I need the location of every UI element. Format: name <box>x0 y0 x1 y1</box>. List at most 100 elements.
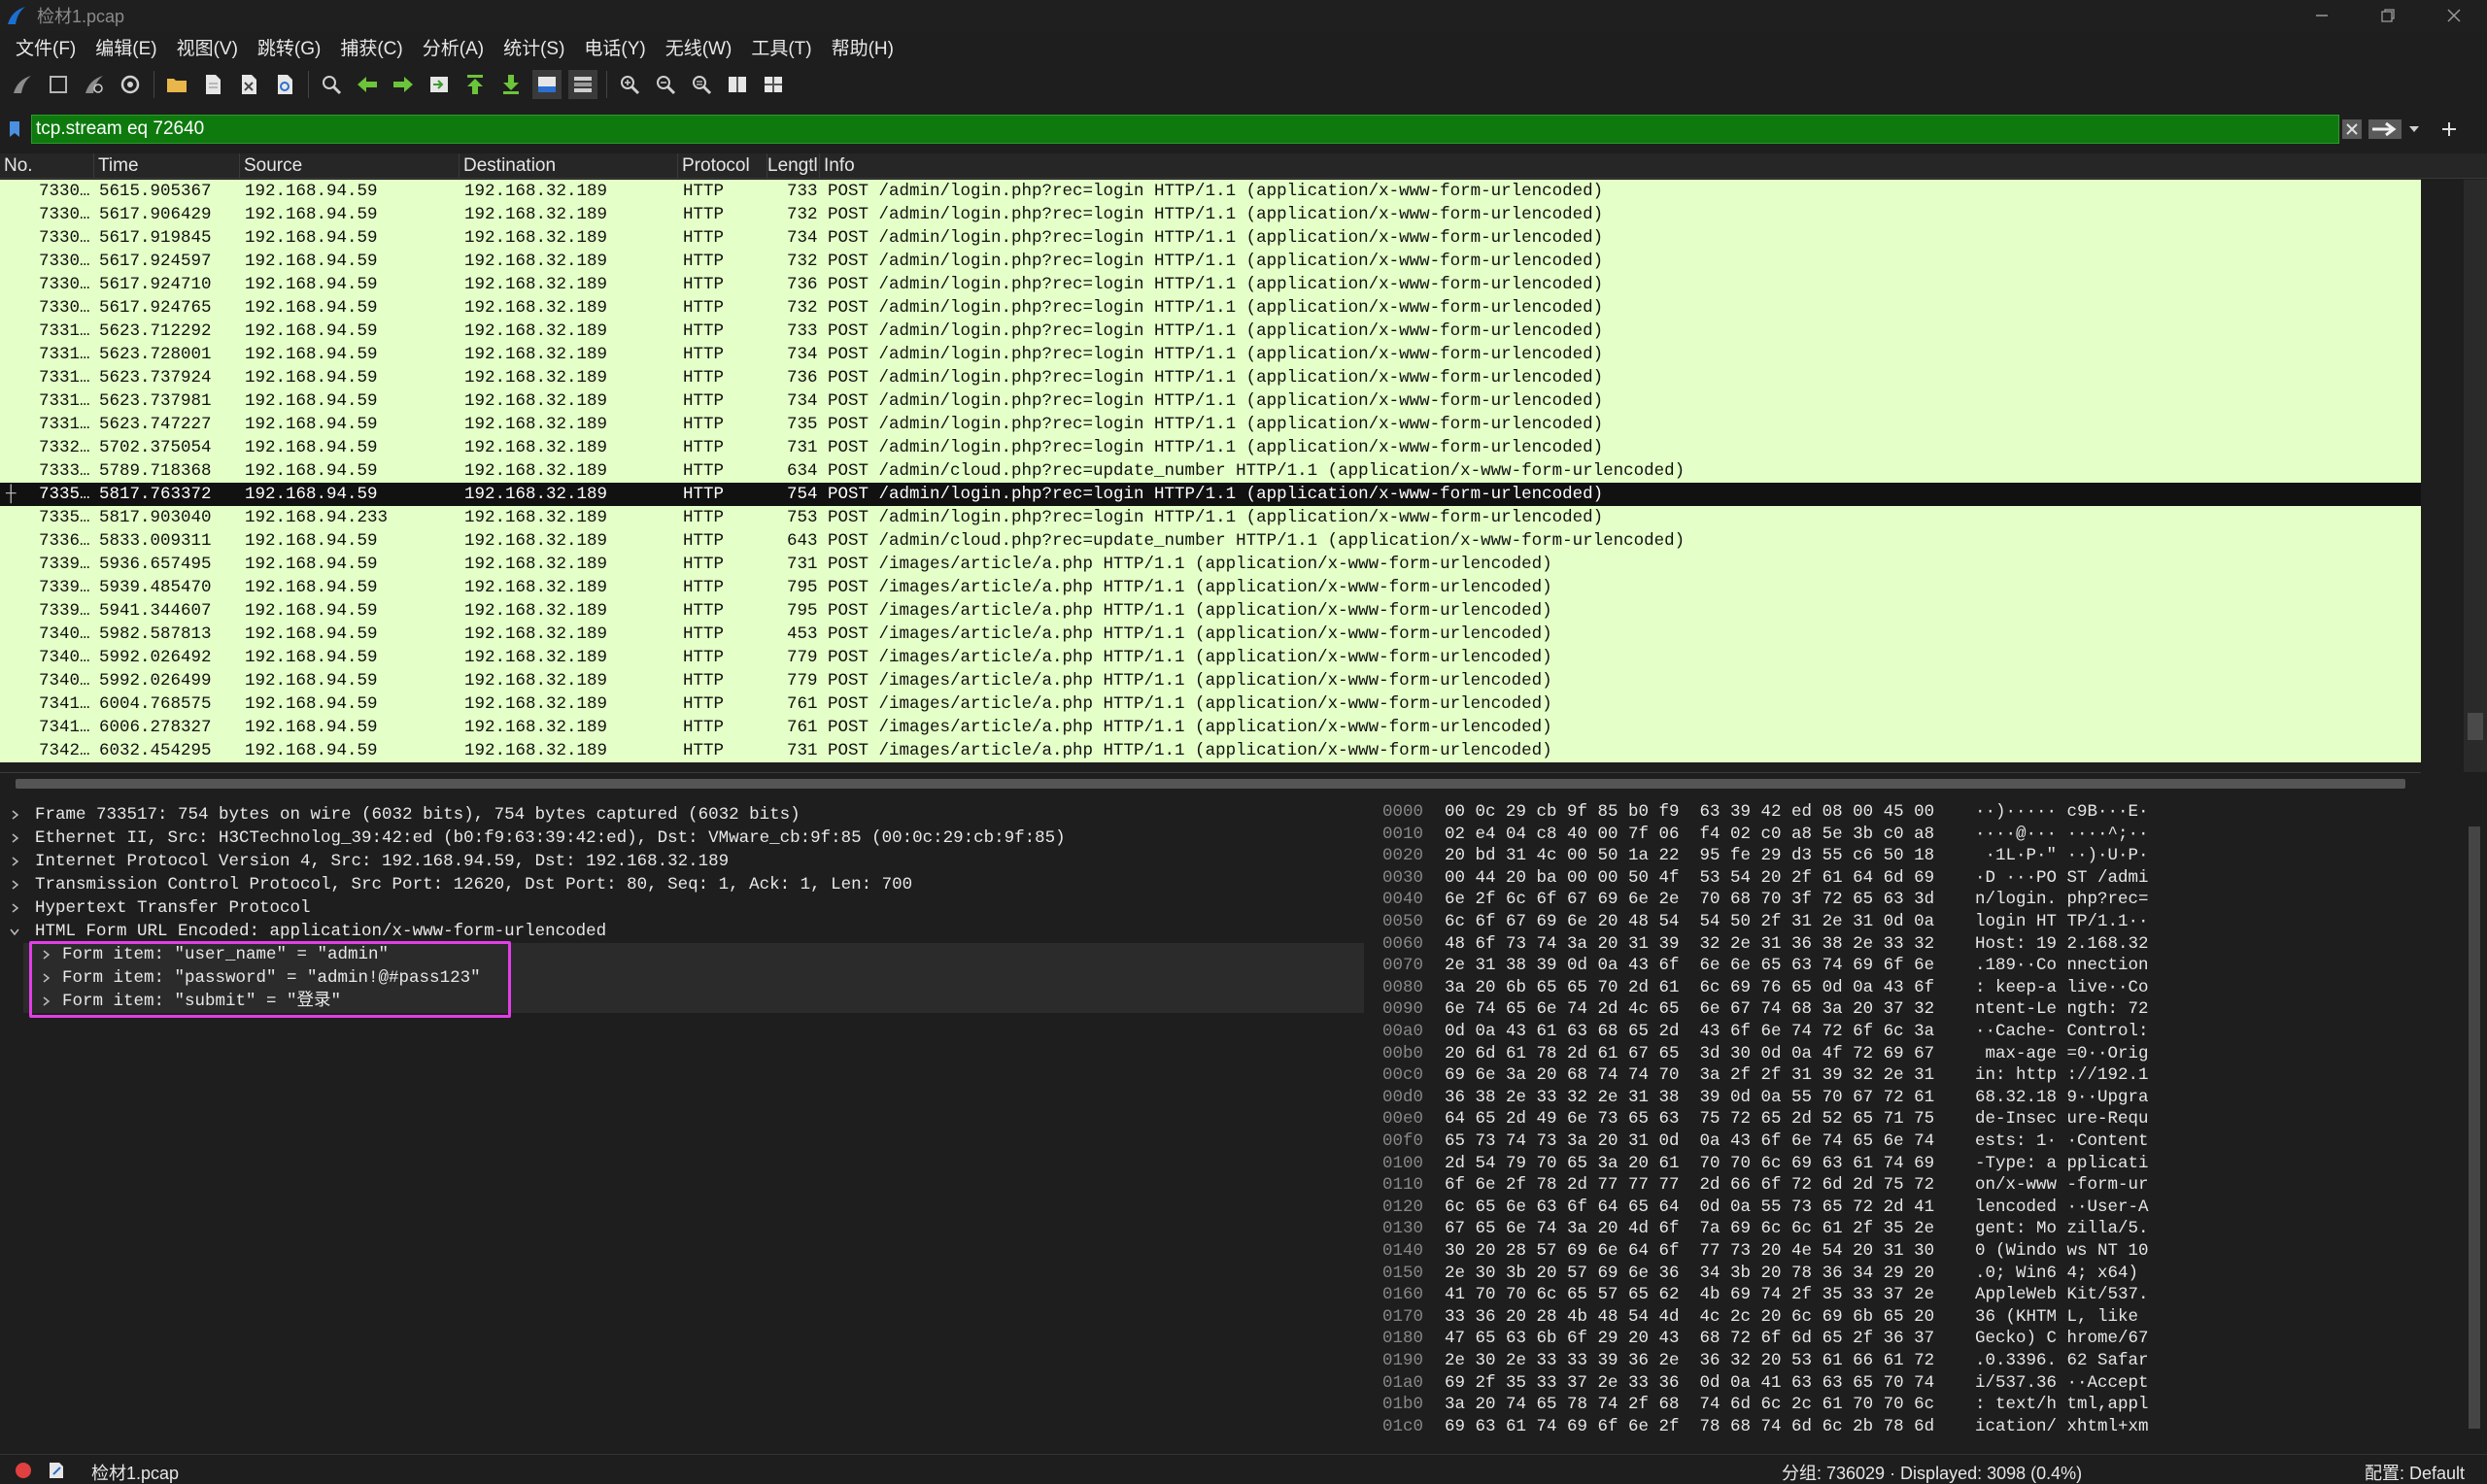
hex-bytes: 6c 6f 67 69 6e 20 48 54 54 50 2f 31 2e 3… <box>1445 912 1935 931</box>
packet-list-vertical-scrollbar[interactable] <box>2421 180 2487 772</box>
menu-wireless[interactable]: 无线(W) <box>656 34 742 60</box>
chevron-down-icon[interactable] <box>8 920 21 943</box>
restart-capture-button[interactable] <box>80 70 109 99</box>
clear-filter-button[interactable] <box>2341 118 2363 141</box>
comment-edit-icon[interactable] <box>47 1461 66 1480</box>
menu-capture[interactable]: 捕获(C) <box>330 34 412 60</box>
zoom-in-button[interactable] <box>615 70 644 99</box>
packet-row[interactable]: 7330… 5617.919845 192.168.94.59 192.168.32.… <box>0 226 2421 250</box>
packet-row[interactable]: 7332… 5702.375054 192.168.94.59 192.168.32.… <box>0 436 2421 459</box>
detail-protocol-row[interactable]: Transmission Control Protocol, Src Port:… <box>0 873 1365 896</box>
status-profile[interactable]: 配置: Default <box>2365 1460 2465 1484</box>
layout-button[interactable] <box>759 70 788 99</box>
packet-info: POST /images/article/a.php HTTP/1.1 (app… <box>828 578 1552 597</box>
column-destination[interactable]: Destination <box>460 153 678 179</box>
filter-bookmark-button[interactable] <box>0 115 29 144</box>
packet-row[interactable]: 7339… 5939.485470 192.168.94.59 192.168.32.… <box>0 576 2421 599</box>
open-file-button[interactable] <box>162 70 191 99</box>
stop-capture-button[interactable] <box>44 70 73 99</box>
menu-go[interactable]: 跳转(G) <box>248 34 330 60</box>
column-length[interactable]: Lengtl <box>764 153 820 179</box>
column-time[interactable]: Time <box>94 153 240 179</box>
packet-list-horizontal-scrollbar[interactable] <box>0 772 2421 793</box>
menu-statistics[interactable]: 统计(S) <box>494 34 574 60</box>
apply-filter-button[interactable] <box>2368 118 2402 141</box>
go-to-packet-button[interactable] <box>425 70 454 99</box>
packet-row[interactable]: 7330… 5615.905367 192.168.94.59 192.168.32.… <box>0 180 2421 203</box>
detail-protocol-row[interactable]: Frame 733517: 754 bytes on wire (6032 bi… <box>0 803 1365 826</box>
pane-splitter[interactable] <box>0 793 2487 801</box>
packet-destination: 192.168.32.189 <box>464 321 608 341</box>
first-packet-button[interactable] <box>460 70 490 99</box>
recent-filters-dropdown[interactable] <box>2407 118 2421 141</box>
start-capture-button[interactable] <box>8 70 37 99</box>
save-file-button[interactable] <box>198 70 227 99</box>
column-no[interactable]: No. <box>0 153 94 179</box>
minimize-button[interactable] <box>2289 0 2355 31</box>
add-filter-button[interactable] <box>2440 118 2458 141</box>
normal-size-button[interactable] <box>687 70 716 99</box>
menu-telephony[interactable]: 电话(Y) <box>574 34 655 60</box>
close-button[interactable] <box>2421 0 2487 31</box>
packet-row[interactable]: 7341… 6004.768575 192.168.94.59 192.168.32.… <box>0 692 2421 716</box>
menu-edit[interactable]: 编辑(E) <box>85 34 166 60</box>
packet-row[interactable]: 7340… 5982.587813 192.168.94.59 192.168.32.… <box>0 623 2421 646</box>
packet-row[interactable]: 7330… 5617.906429 192.168.94.59 192.168.32.… <box>0 203 2421 226</box>
colorize-button[interactable] <box>568 70 597 99</box>
bytes-vertical-scrollbar[interactable] <box>2461 801 2487 1452</box>
autoscroll-button[interactable] <box>532 70 562 99</box>
packet-row[interactable]: 7336… 5833.009311 192.168.94.59 192.168.32.… <box>0 529 2421 553</box>
packet-row[interactable]: 7340… 5992.026492 192.168.94.59 192.168.32.… <box>0 646 2421 669</box>
packet-row[interactable]: 7331… 5623.712292 192.168.94.59 192.168.32.… <box>0 320 2421 343</box>
packet-row[interactable]: 7333… 5789.718368 192.168.94.59 192.168.32.… <box>0 459 2421 483</box>
packet-row[interactable]: 7330… 5617.924710 192.168.94.59 192.168.32.… <box>0 273 2421 296</box>
packet-row[interactable]: 7330… 5617.924765 192.168.94.59 192.168.32.… <box>0 296 2421 320</box>
capture-status-icon[interactable] <box>16 1463 31 1478</box>
packet-row[interactable]: 7339… 5941.344607 192.168.94.59 192.168.32.… <box>0 599 2421 623</box>
packet-row[interactable]: 7341… 6006.278327 192.168.94.59 192.168.32.… <box>0 716 2421 739</box>
menu-view[interactable]: 视图(V) <box>167 34 248 60</box>
packet-row[interactable]: 7342… 6032.454295 192.168.94.59 192.168.32.… <box>0 739 2421 762</box>
resize-columns-button[interactable] <box>723 70 752 99</box>
packet-row[interactable]: 7330… 5617.924597 192.168.94.59 192.168.32.… <box>0 250 2421 273</box>
maximize-button[interactable] <box>2355 0 2421 31</box>
zoom-out-button[interactable] <box>651 70 680 99</box>
packet-row-selected[interactable]: ┼ 7335… 5817.763372 192.168.94.59 192.168.32… <box>0 483 2421 506</box>
chevron-right-icon[interactable] <box>8 826 21 850</box>
packet-row[interactable]: 7335… 5817.903040 192.168.94.233 192.168.32… <box>0 506 2421 529</box>
chevron-right-icon[interactable] <box>8 803 21 826</box>
go-back-button[interactable] <box>353 70 382 99</box>
scroll-thumb[interactable] <box>2468 713 2483 740</box>
chevron-right-icon[interactable] <box>8 896 21 920</box>
column-info[interactable]: Info <box>820 153 2421 179</box>
display-filter-input[interactable]: tcp.stream eq 72640 <box>31 115 2339 144</box>
scroll-thumb[interactable] <box>2469 826 2480 1429</box>
scroll-thumb[interactable] <box>16 779 2405 789</box>
detail-protocol-row[interactable]: Ethernet II, Src: H3CTechnolog_39:42:ed … <box>0 826 1365 850</box>
menu-analyze[interactable]: 分析(A) <box>413 34 494 60</box>
detail-protocol-row[interactable]: Internet Protocol Version 4, Src: 192.16… <box>0 850 1365 873</box>
capture-options-button[interactable] <box>116 70 145 99</box>
packet-row[interactable]: 7331… 5623.737924 192.168.94.59 192.168.32.… <box>0 366 2421 389</box>
menu-file[interactable]: 文件(F) <box>6 34 85 60</box>
chevron-right-icon[interactable] <box>8 850 21 873</box>
details-bytes-splitter[interactable] <box>1365 801 1382 1452</box>
packet-row[interactable]: 7331… 5623.747227 192.168.94.59 192.168.32.… <box>0 413 2421 436</box>
column-protocol[interactable]: Protocol <box>678 153 767 179</box>
column-source[interactable]: Source <box>240 153 460 179</box>
packet-row[interactable]: 7331… 5623.728001 192.168.94.59 192.168.32.… <box>0 343 2421 366</box>
detail-protocol-row[interactable]: HTML Form URL Encoded: application/x-www… <box>0 920 1365 943</box>
packet-row[interactable]: 7339… 5936.657495 192.168.94.59 192.168.32.… <box>0 553 2421 576</box>
go-forward-button[interactable] <box>389 70 418 99</box>
packet-row[interactable]: 7331… 5623.737981 192.168.94.59 192.168.32.… <box>0 389 2421 413</box>
menu-tools[interactable]: 工具(T) <box>741 34 821 60</box>
menu-help[interactable]: 帮助(H) <box>822 34 903 60</box>
chevron-right-icon[interactable] <box>8 873 21 896</box>
reload-file-button[interactable] <box>270 70 299 99</box>
last-packet-button[interactable] <box>496 70 526 99</box>
packet-destination: 192.168.32.189 <box>464 741 608 760</box>
find-packet-button[interactable] <box>317 70 346 99</box>
close-file-button[interactable] <box>234 70 263 99</box>
detail-protocol-row[interactable]: Hypertext Transfer Protocol <box>0 896 1365 920</box>
packet-row[interactable]: 7340… 5992.026499 192.168.94.59 192.168.32.… <box>0 669 2421 692</box>
